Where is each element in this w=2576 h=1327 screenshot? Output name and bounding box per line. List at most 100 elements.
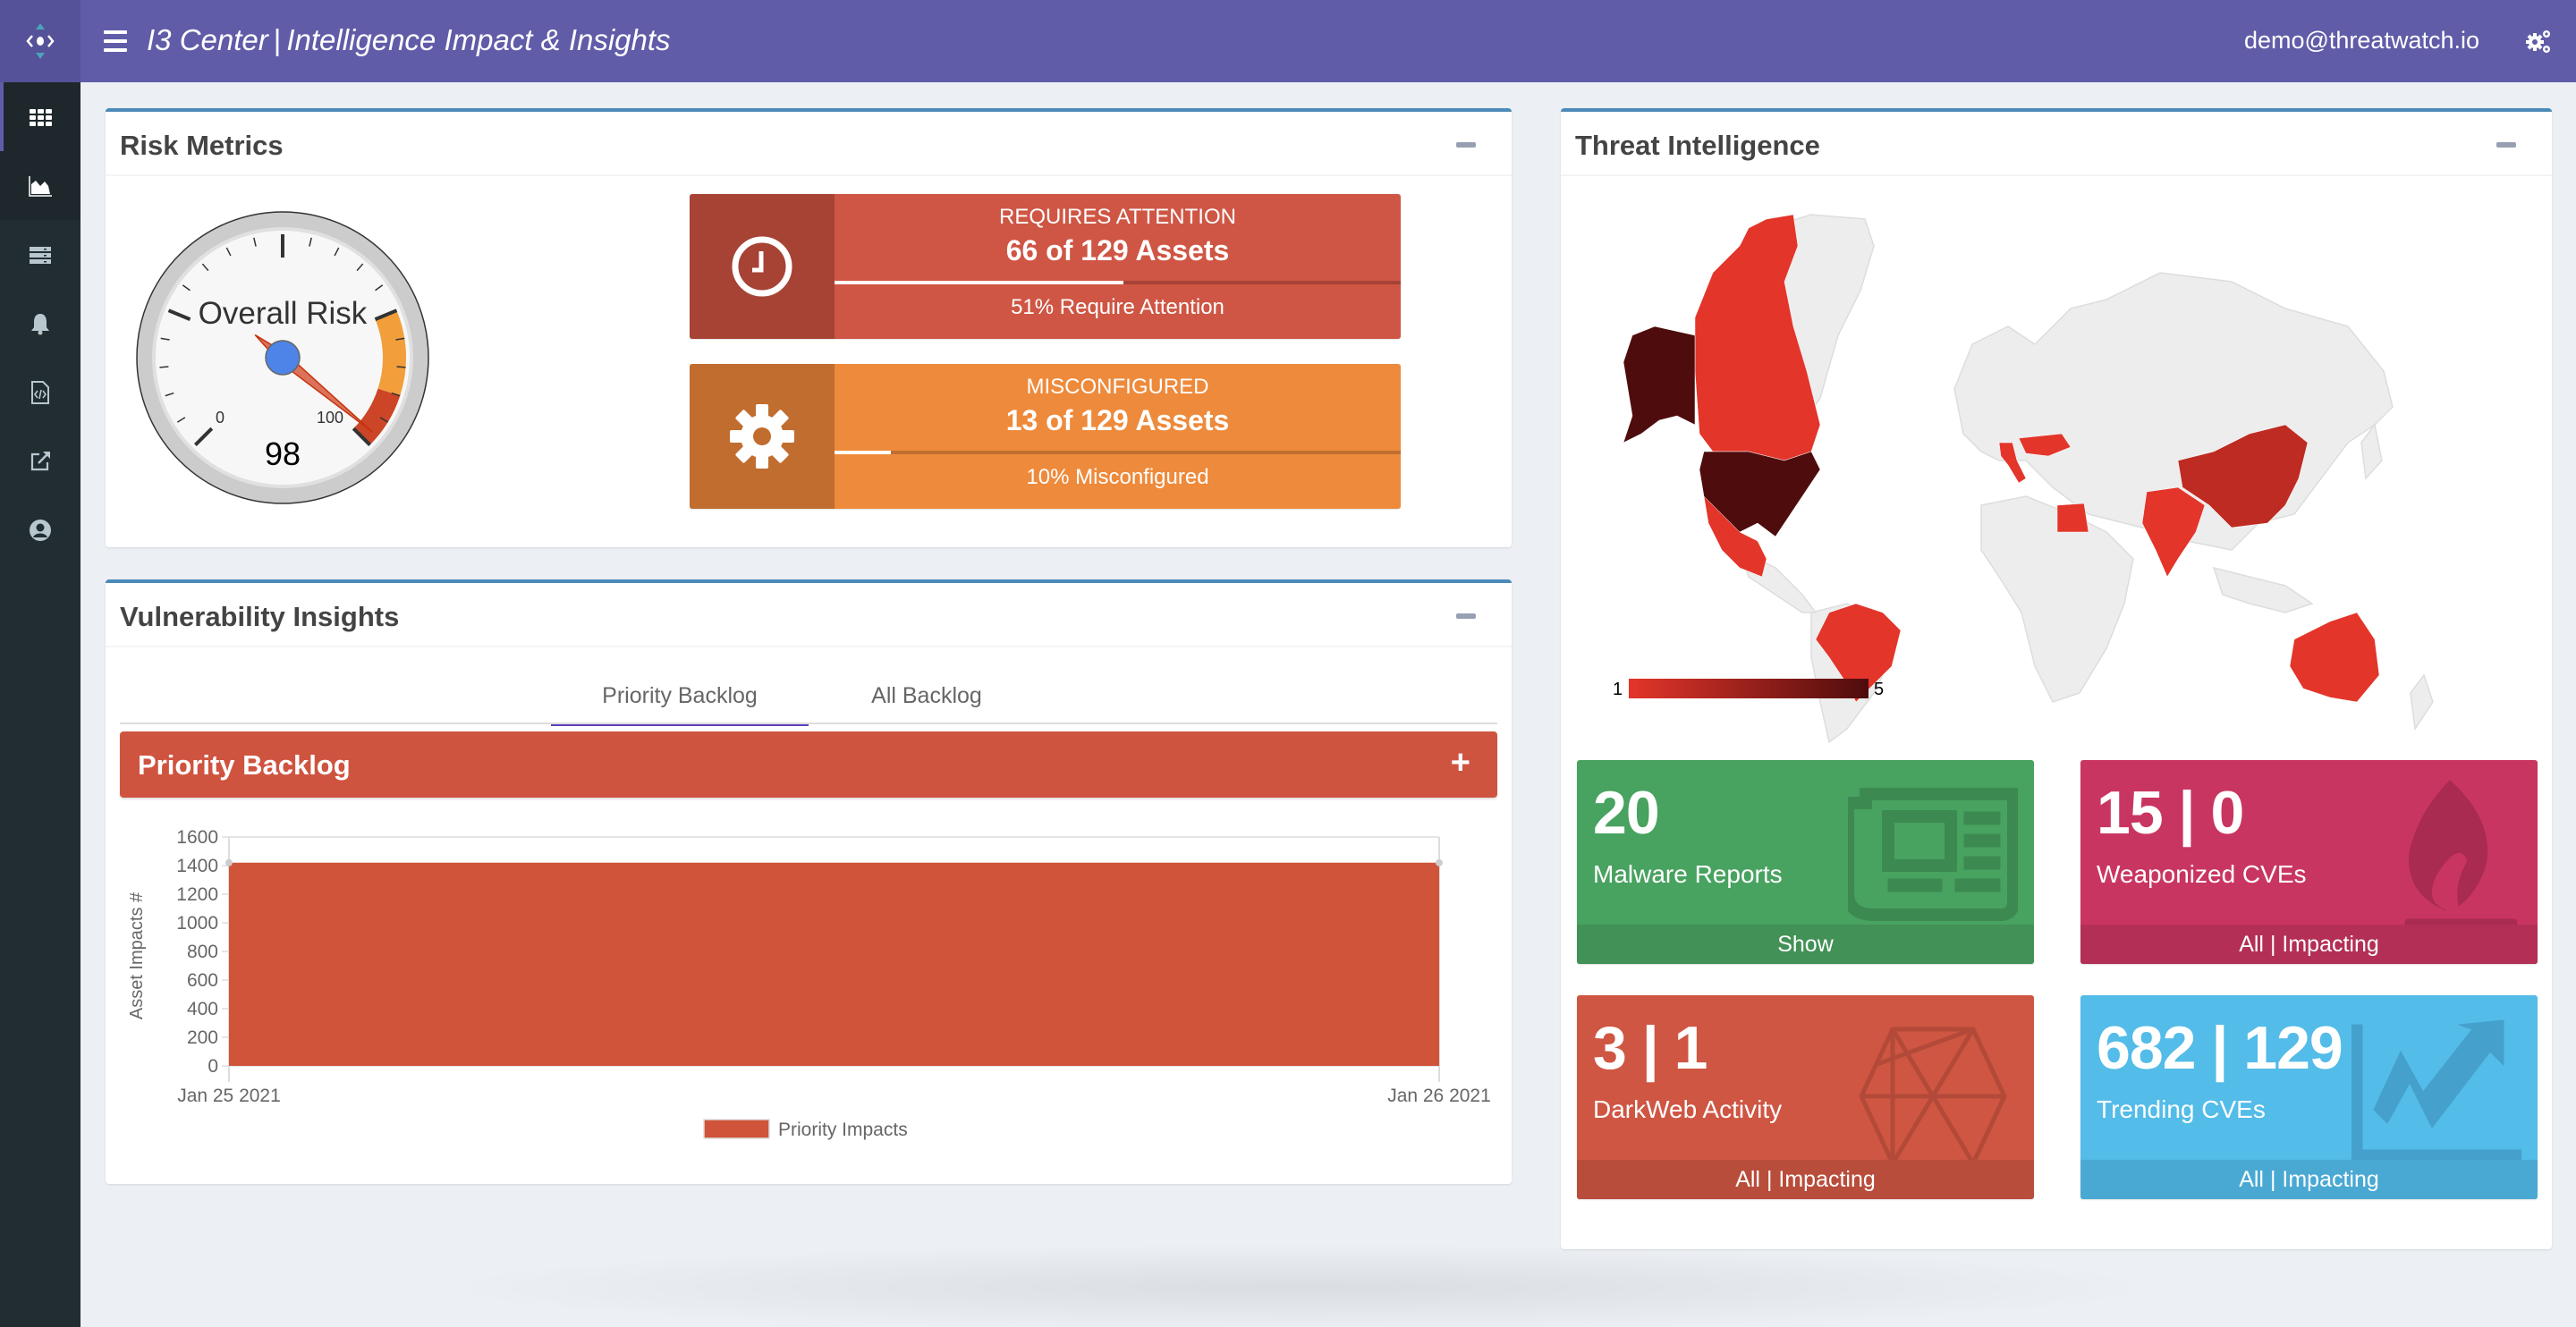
app-subtitle: Intelligence Impact & Insights [286, 23, 671, 56]
map-legend-max: 5 [1874, 680, 1884, 699]
trending-cves-label: Trending CVEs [2097, 1095, 2266, 1123]
sidebar-item-profile[interactable] [0, 495, 80, 564]
fire-icon [2404, 780, 2518, 928]
gauge-max-label: 100 [317, 409, 343, 427]
trending-cves-impacting-link[interactable]: Impacting [2282, 1167, 2378, 1192]
grid-icon [30, 108, 52, 126]
gauge-minor-tick [396, 366, 406, 368]
malware-reports-value: 20 [1593, 779, 1660, 847]
threat-world-map: 1 5 [1613, 214, 2434, 744]
map-egypt [2056, 503, 2089, 533]
chart-y-ticks: 0 200 400 600 800 1000 1200 1400 1600 [176, 827, 218, 1077]
risk-metrics-header: Risk Metrics [106, 112, 1512, 176]
misconfigured-progress-fill [835, 451, 892, 454]
chart-y-tick-label: 800 [187, 942, 218, 962]
user-email[interactable]: demo@threatwatch.io [2244, 27, 2479, 55]
chart-y-tick-label: 1000 [176, 913, 218, 934]
trend-chart-icon [2351, 1019, 2521, 1162]
weaponized-cves-footer: All | Impacting [2080, 925, 2538, 964]
priority-backlog-accordion[interactable]: Priority Backlog + [120, 731, 1497, 798]
threat-intelligence-header: Threat Intelligence [1561, 112, 2552, 176]
backlog-tabs: Priority Backlog All Backlog [106, 672, 1512, 726]
vulnerability-insights-panel: Vulnerability Insights Priority Backlog … [106, 579, 1512, 1184]
map-indonesia [2212, 566, 2314, 613]
app-name: I3 Center [147, 23, 268, 56]
weaponized-cves-impacting-link[interactable]: Impacting [2282, 932, 2378, 957]
chart-series [225, 858, 1443, 1066]
sidebar-item-external[interactable] [0, 427, 80, 495]
map-japan [2360, 423, 2383, 480]
darkweb-activity-all-link[interactable]: All [1735, 1167, 1760, 1192]
requires-attention-card[interactable]: REQUIRES ATTENTION 66 of 129 Assets 51% … [690, 194, 1401, 339]
map-new-zealand [2410, 673, 2434, 731]
sidebar-item-assets[interactable] [0, 220, 80, 289]
gear-icon [730, 404, 794, 469]
weaponized-cves-value: 15 | 0 [2097, 779, 2244, 847]
sidebar [0, 82, 80, 1327]
misconfigured-progress [835, 451, 1401, 454]
sidebar-item-alerts[interactable] [0, 289, 80, 358]
footer-separator: | [1766, 1167, 1773, 1192]
misconfigured-body: MISCONFIGURED 13 of 129 Assets 10% Misco… [835, 364, 1401, 509]
chart-x-tick-label: Jan 26 2021 [1387, 1086, 1491, 1106]
user-circle-icon [30, 519, 51, 541]
code-file-icon [31, 380, 49, 404]
logo-arrows-icon [26, 23, 55, 59]
gauge-min-label: 0 [216, 409, 225, 427]
misconfigured-label: MISCONFIGURED [1026, 375, 1209, 399]
requires-attention-value: 66 of 129 Assets [1005, 234, 1230, 266]
gauge-label: Overall Risk [199, 296, 368, 331]
requires-attention-body: REQUIRES ATTENTION 66 of 129 Assets 51% … [835, 194, 1401, 339]
vulnerability-insights-header: Vulnerability Insights [106, 583, 1512, 647]
tab-priority-backlog[interactable]: Priority Backlog [551, 672, 809, 726]
bell-icon [31, 313, 49, 334]
trending-cves-footer: All | Impacting [2080, 1160, 2538, 1199]
trending-cves-all-link[interactable]: All [2239, 1167, 2264, 1192]
cogs-icon [2526, 30, 2550, 53]
misconfigured-value: 13 of 129 Assets [1005, 404, 1230, 436]
expand-priority-backlog-button[interactable]: + [1451, 744, 1470, 782]
chart-y-tick-label: 0 [208, 1056, 218, 1077]
page-bottom-shadow [429, 1243, 2174, 1327]
app-logo[interactable] [0, 0, 80, 82]
map-legend-gradient-bar [1629, 679, 1868, 698]
external-link-icon [30, 451, 50, 470]
malware-reports-show-link[interactable]: Show [1577, 925, 2034, 964]
requires-attention-description: 51% Require Attention [1011, 295, 1224, 319]
darkweb-activity-impacting-link[interactable]: Impacting [1778, 1167, 1875, 1192]
chart-y-tick-label: 1400 [176, 856, 218, 876]
map-india [2141, 486, 2206, 578]
weaponized-cves-all-link[interactable]: All [2239, 932, 2264, 957]
sidebar-item-reports[interactable] [0, 358, 80, 427]
priority-backlog-accordion-title: Priority Backlog [138, 749, 351, 781]
collapse-vulnerability-insights-button[interactable] [1456, 613, 1476, 619]
requires-attention-label: REQUIRES ATTENTION [999, 205, 1236, 229]
title-separator: | [273, 23, 282, 56]
newspaper-icon [1848, 788, 2018, 921]
collapse-threat-intelligence-button[interactable] [2496, 142, 2516, 148]
chart-y-tick-label: 200 [187, 1027, 218, 1048]
weaponized-cves-tile: 15 | 0 Weaponized CVEs All | Impacting [2080, 760, 2538, 964]
misconfigured-description: 10% Misconfigured [1026, 465, 1209, 489]
sidebar-item-analytics[interactable] [0, 151, 80, 220]
legend-swatch-priority-impacts [703, 1119, 770, 1139]
requires-attention-icon-box [690, 194, 835, 339]
gauge-minor-tick [159, 366, 169, 368]
chart-x-tick-label: Jan 25 2021 [177, 1086, 281, 1106]
chart-data-point [1436, 858, 1443, 866]
network-icon [1859, 1027, 2007, 1163]
menu-toggle-button[interactable] [104, 25, 127, 57]
gauge-value-label: 98 [265, 435, 301, 472]
misconfigured-card[interactable]: MISCONFIGURED 13 of 129 Assets 10% Misco… [690, 364, 1401, 509]
malware-reports-label: Malware Reports [1593, 860, 1783, 888]
settings-button[interactable] [2524, 27, 2553, 55]
requires-attention-progress [835, 281, 1401, 284]
requires-attention-progress-fill [835, 281, 1123, 284]
sidebar-item-dashboard[interactable] [0, 82, 80, 151]
tab-all-backlog[interactable]: All Backlog [837, 672, 1016, 726]
chart-legend: Priority Impacts [703, 1119, 908, 1140]
collapse-risk-metrics-button[interactable] [1456, 142, 1476, 148]
threat-intelligence-title: Threat Intelligence [1575, 130, 1820, 161]
map-australia [2289, 612, 2380, 703]
area-chart-icon [29, 175, 52, 197]
